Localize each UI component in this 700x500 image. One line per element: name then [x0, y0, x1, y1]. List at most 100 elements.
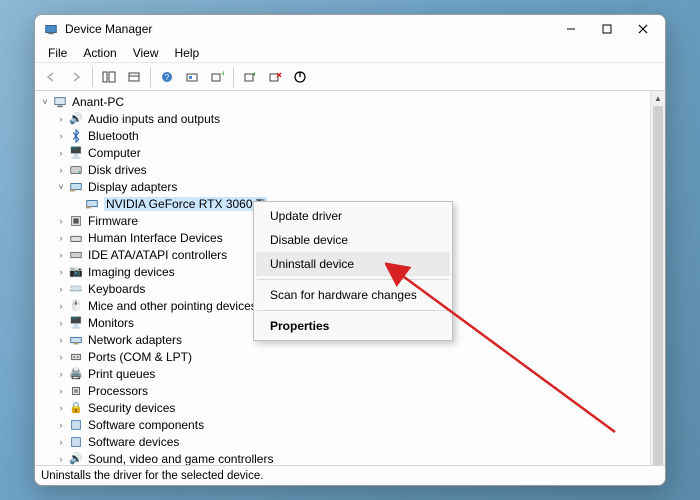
statusbar: Uninstalls the driver for the selected d…: [35, 465, 665, 485]
uninstall-device-button[interactable]: [263, 66, 287, 88]
tree-item-label-selected: NVIDIA GeForce RTX 3060 Ti: [104, 197, 267, 211]
ctx-update-driver[interactable]: Update driver: [256, 204, 450, 228]
tree-item[interactable]: ›Software components: [35, 416, 650, 433]
bluetooth-icon: [68, 128, 84, 144]
ctx-separator: [257, 279, 449, 280]
menu-action[interactable]: Action: [76, 45, 123, 61]
scroll-up-button[interactable]: ▲: [651, 91, 665, 106]
update-driver-button[interactable]: [238, 66, 262, 88]
software-component-icon: [68, 417, 84, 433]
ctx-properties[interactable]: Properties: [256, 314, 450, 338]
menu-view[interactable]: View: [126, 45, 166, 61]
tree-item-label: Firmware: [88, 214, 138, 228]
help-button[interactable]: ?: [155, 66, 179, 88]
ctx-separator: [257, 310, 449, 311]
forward-button[interactable]: [64, 66, 88, 88]
display-adapter-icon: [84, 196, 100, 212]
maximize-button[interactable]: [589, 17, 625, 41]
imaging-icon: 📷: [68, 264, 84, 280]
caret-right-icon[interactable]: ›: [55, 385, 67, 397]
caret-right-icon[interactable]: ›: [55, 147, 67, 159]
ports-icon: [68, 349, 84, 365]
caret-right-icon[interactable]: ›: [55, 164, 67, 176]
hid-icon: [68, 230, 84, 246]
show-hide-tree-button[interactable]: [97, 66, 121, 88]
scroll-thumb[interactable]: [653, 106, 663, 465]
add-legacy-hardware-button[interactable]: +: [205, 66, 229, 88]
tree-item-label: Computer: [88, 146, 141, 160]
tree-item[interactable]: › Ports (COM & LPT): [35, 348, 650, 365]
tree-item[interactable]: ›🔊Audio inputs and outputs: [35, 110, 650, 127]
svg-text:?: ?: [165, 73, 170, 82]
ctx-scan-hardware[interactable]: Scan for hardware changes: [256, 283, 450, 307]
caret-right-icon[interactable]: ›: [55, 368, 67, 380]
processor-icon: [68, 383, 84, 399]
caret-right-icon[interactable]: ›: [55, 215, 67, 227]
network-icon: [68, 332, 84, 348]
tree-item-display-adapters[interactable]: ˅Display adapters: [35, 178, 650, 195]
properties-button[interactable]: [122, 66, 146, 88]
monitor-icon: 🖥️: [68, 315, 84, 331]
vertical-scrollbar[interactable]: ▲ ▼: [650, 91, 665, 465]
ctx-uninstall-device[interactable]: Uninstall device: [256, 252, 450, 276]
separator: [150, 67, 151, 87]
scroll-track[interactable]: [651, 106, 665, 450]
caret-right-icon[interactable]: ›: [55, 436, 67, 448]
caret-right-icon[interactable]: ›: [55, 266, 67, 278]
tree-item[interactable]: ›🖨️Print queues: [35, 365, 650, 382]
software-device-icon: [68, 434, 84, 450]
tree-item[interactable]: ›Disk drives: [35, 161, 650, 178]
computer-icon: 🖥️: [68, 145, 84, 161]
caret-right-icon[interactable]: ›: [55, 351, 67, 363]
caret-right-icon[interactable]: ›: [55, 113, 67, 125]
caret-right-icon[interactable]: ›: [55, 317, 67, 329]
window-title: Device Manager: [65, 22, 553, 36]
back-button[interactable]: [39, 66, 63, 88]
ctx-disable-device[interactable]: Disable device: [256, 228, 450, 252]
tree-item[interactable]: › Bluetooth: [35, 127, 650, 144]
app-icon: [43, 21, 59, 37]
tree-item-label: Bluetooth: [88, 129, 139, 143]
disable-device-button[interactable]: [288, 66, 312, 88]
tree-item-label: Mice and other pointing devices: [88, 299, 257, 313]
caret-right-icon[interactable]: ›: [55, 334, 67, 346]
tree-item-label: Audio inputs and outputs: [88, 112, 220, 126]
caret-down-icon[interactable]: ˅: [55, 181, 67, 193]
tree-item-label: Security devices: [88, 401, 175, 415]
tree-item-label: Processors: [88, 384, 148, 398]
tree-item-label: Ports (COM & LPT): [88, 350, 192, 364]
tree-item[interactable]: › Processors: [35, 382, 650, 399]
caret-right-icon[interactable]: ›: [55, 249, 67, 261]
tree-root-label: Anant-PC: [72, 95, 124, 109]
tree-item-label: Human Interface Devices: [88, 231, 223, 245]
caret-right-icon[interactable]: ›: [55, 232, 67, 244]
titlebar: Device Manager: [35, 15, 665, 43]
close-button[interactable]: [625, 17, 661, 41]
firmware-icon: [68, 213, 84, 229]
tree-item[interactable]: ›🔊Sound, video and game controllers: [35, 450, 650, 465]
keyboard-icon: ⌨️: [68, 281, 84, 297]
caret-right-icon[interactable]: ›: [55, 419, 67, 431]
tree-item[interactable]: ›🔒Security devices: [35, 399, 650, 416]
caret-right-icon[interactable]: ›: [55, 402, 67, 414]
caret-right-icon[interactable]: ›: [55, 453, 67, 465]
tree-item-label: Network adapters: [88, 333, 182, 347]
menu-file[interactable]: File: [41, 45, 74, 61]
caret-right-icon[interactable]: ›: [55, 300, 67, 312]
tree-root[interactable]: ˅ Anant-PC: [35, 93, 650, 110]
sound-icon: 🔊: [68, 451, 84, 466]
tree-item-label: Software devices: [88, 435, 179, 449]
ide-icon: [68, 247, 84, 263]
display-adapter-icon: [68, 179, 84, 195]
caret-right-icon[interactable]: ›: [55, 283, 67, 295]
tree-item-label: Imaging devices: [88, 265, 175, 279]
tree-item-label: Monitors: [88, 316, 134, 330]
tree-item[interactable]: › Software devices: [35, 433, 650, 450]
caret-right-icon[interactable]: ›: [55, 130, 67, 142]
caret-down-icon[interactable]: ˅: [39, 96, 51, 108]
disk-icon: [68, 162, 84, 178]
minimize-button[interactable]: [553, 17, 589, 41]
scan-hardware-button[interactable]: [180, 66, 204, 88]
menu-help[interactable]: Help: [168, 45, 207, 61]
tree-item[interactable]: ›🖥️ Computer: [35, 144, 650, 161]
